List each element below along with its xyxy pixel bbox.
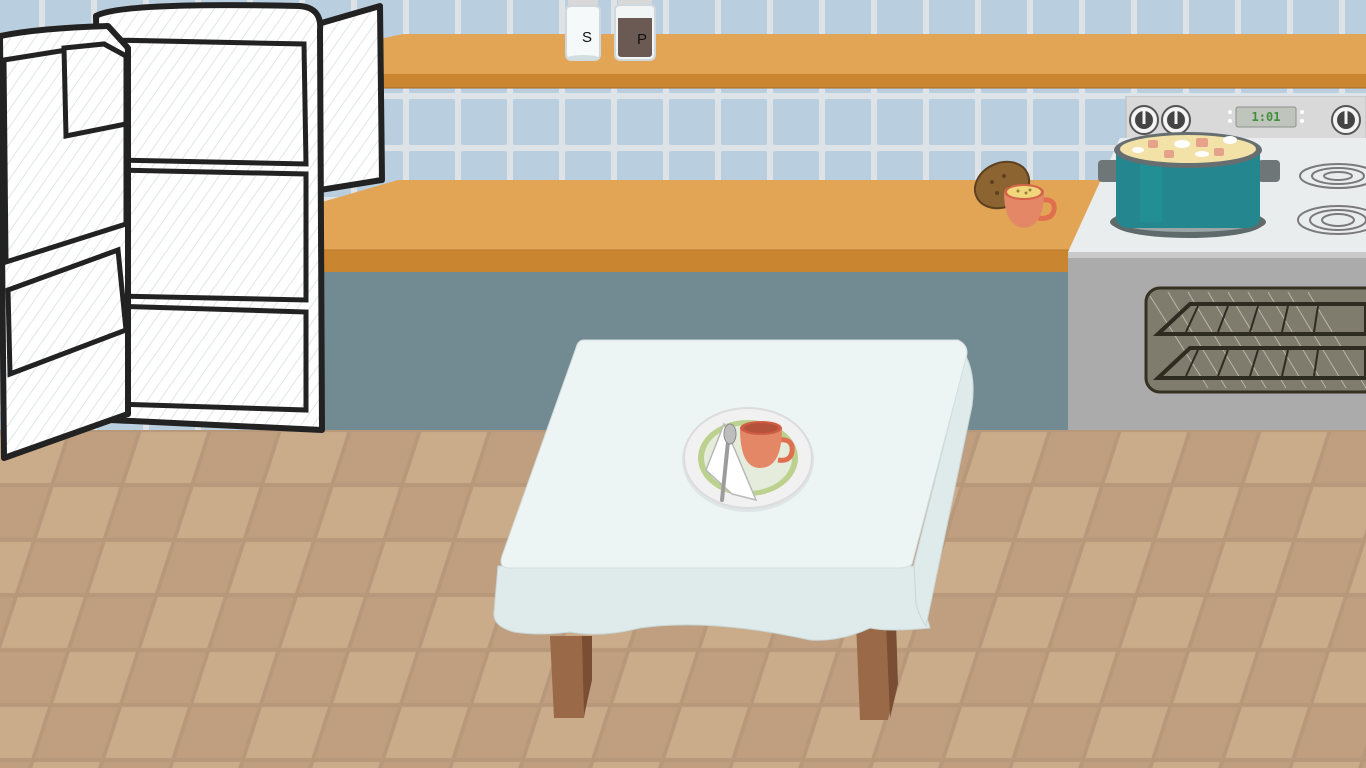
kitchen-scene: S P 1:01 <box>0 0 1366 768</box>
pepper-shaker[interactable]: P <box>612 0 658 64</box>
pepper-label: P <box>637 31 647 48</box>
salt-label: S <box>582 29 592 46</box>
timer-display: 1:01 <box>1252 110 1281 124</box>
refrigerator[interactable] <box>0 0 390 470</box>
plate-with-cup[interactable] <box>680 402 818 514</box>
stove-knob-3[interactable] <box>1330 104 1362 136</box>
upper-shelf <box>320 34 1366 89</box>
soup-pot[interactable] <box>1096 124 1282 240</box>
dining-table <box>493 339 974 720</box>
soup-cup[interactable] <box>1000 180 1058 234</box>
salt-shaker[interactable]: S <box>562 0 604 64</box>
